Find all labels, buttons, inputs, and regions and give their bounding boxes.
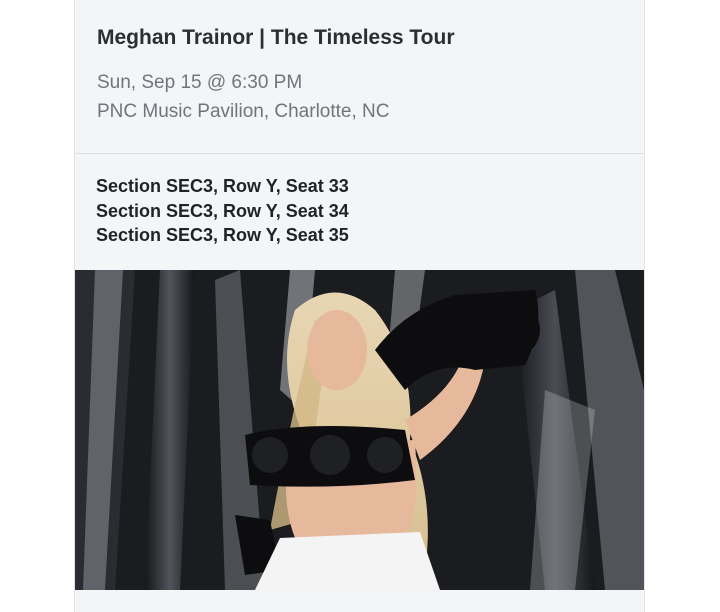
event-venue: PNC Music Pavilion, Charlotte, NC bbox=[97, 101, 390, 122]
ticket-card: Meghan Trainor | The Timeless Tour Sun, … bbox=[74, 0, 645, 612]
seat-item: Section SEC3, Row Y, Seat 34 bbox=[96, 200, 349, 221]
seat-list: Section SEC3, Row Y, Seat 33 Section SEC… bbox=[96, 174, 349, 248]
artist-photo bbox=[75, 270, 644, 590]
seat-item: Section SEC3, Row Y, Seat 35 bbox=[96, 225, 349, 245]
artist-photo-illustration bbox=[75, 270, 644, 590]
event-title: Meghan Trainor | The Timeless Tour bbox=[97, 26, 455, 49]
event-datetime: Sun, Sep 15 @ 6:30 PM bbox=[97, 72, 303, 93]
seat-item: Section SEC3, Row Y, Seat 33 bbox=[96, 176, 349, 196]
event-header: Meghan Trainor | The Timeless Tour Sun, … bbox=[75, 0, 644, 154]
card-footer bbox=[75, 590, 644, 612]
